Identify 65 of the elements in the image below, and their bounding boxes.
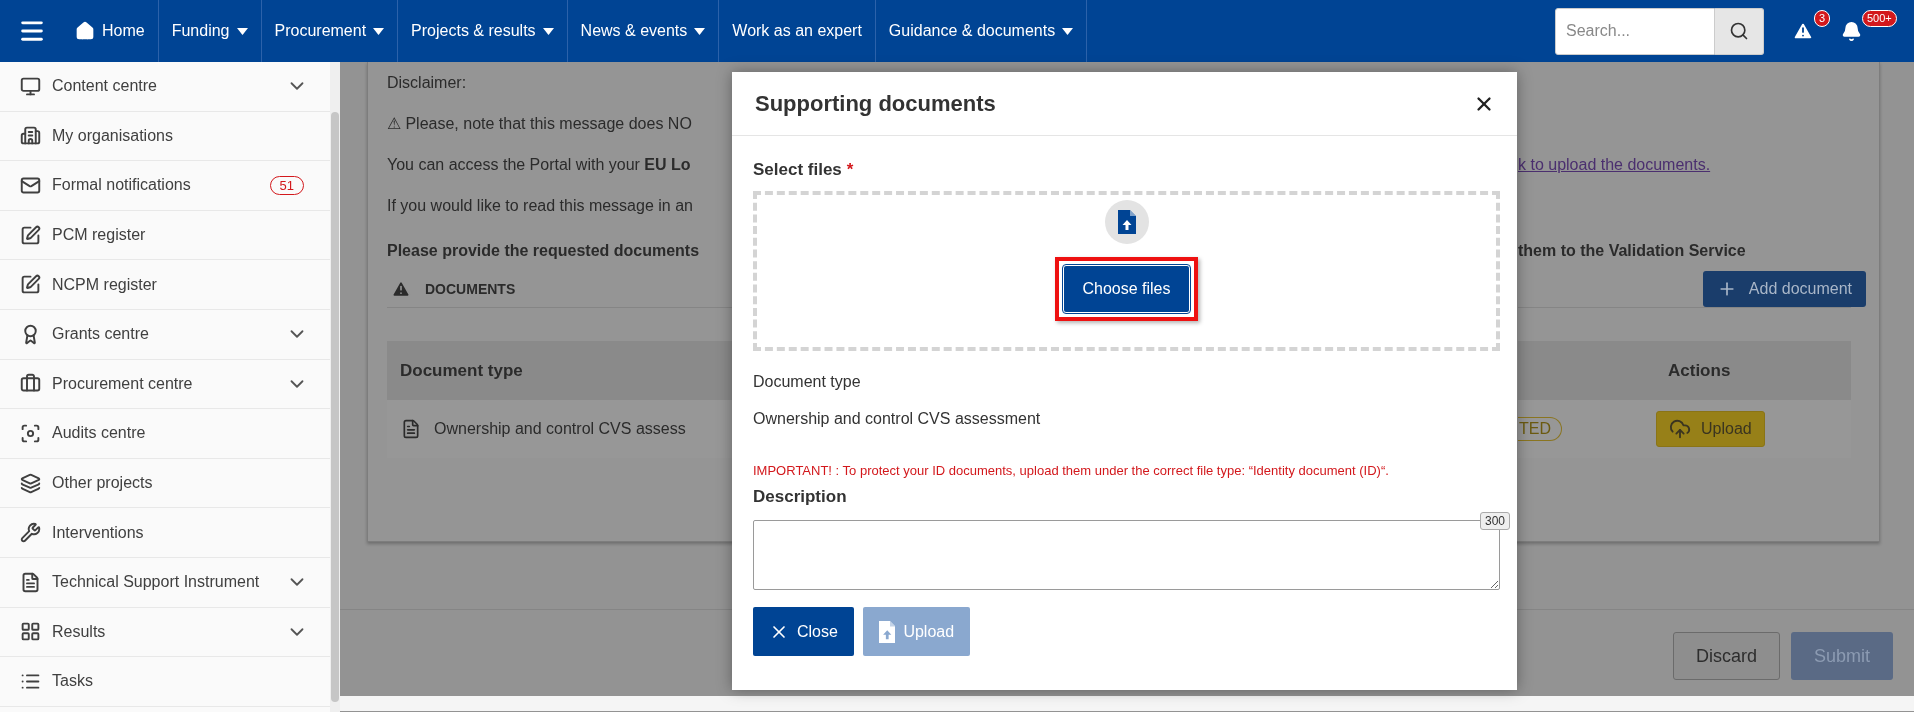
building-icon: [20, 125, 41, 147]
message-text: ⚠ Please, note that this message does NO: [387, 114, 692, 133]
add-document-button[interactable]: Add document: [1702, 271, 1866, 307]
sidebar-item[interactable]: Results: [0, 607, 330, 658]
request-text: Please provide the requested documents: [387, 242, 700, 260]
caret-icon: [542, 27, 554, 35]
notifications-count: 500+: [1862, 10, 1897, 27]
message-text: Disclaimer:: [387, 73, 467, 92]
document-icon: [20, 571, 41, 593]
focus-icon: [20, 422, 41, 444]
warning-icon: [1792, 20, 1814, 42]
caret-icon: [373, 27, 385, 35]
message-text: You can access the Portal with your EU Lo: [387, 155, 691, 174]
search-icon: [1729, 21, 1749, 41]
envelope-icon: [20, 175, 41, 196]
field-label: Document type: [753, 372, 862, 392]
message-text: If you would like to read this message in an: [387, 196, 693, 215]
caret-icon: [694, 27, 706, 35]
character-counter: 300: [1479, 512, 1510, 530]
choose-files-button[interactable]: Choose files: [1063, 265, 1190, 313]
layers-icon: [20, 472, 41, 494]
grid-icon: [20, 621, 41, 643]
warning-icon: [391, 279, 411, 299]
section-title: DOCUMENTS: [425, 281, 516, 297]
sidebar-item[interactable]: Formal notifications 51: [0, 161, 330, 211]
warning-text: IMPORTANT! : To protect your ID documents, upload them under the correct file type: “Identity document (ID)“.: [753, 463, 1390, 479]
scrollbar[interactable]: [330, 62, 340, 712]
edit-icon: [20, 274, 41, 296]
caret-icon: [1062, 27, 1074, 35]
caret-icon: [236, 27, 248, 35]
monitor-icon: [20, 75, 41, 97]
edit-icon: [20, 224, 41, 246]
search-field[interactable]: Search...: [1555, 7, 1715, 55]
sidebar-item[interactable]: Interventions: [0, 508, 330, 558]
sidebar-item[interactable]: Other projects: [0, 458, 330, 509]
required-mark: *: [846, 159, 854, 181]
home-icon: [75, 21, 95, 41]
alerts-count: 3: [1814, 10, 1831, 27]
bell-icon: [1840, 20, 1862, 42]
sidebar-item[interactable]: Technical Support Instrument: [0, 557, 330, 608]
sidebar-item[interactable]: Procurement centre: [0, 359, 330, 410]
wrench-icon: [20, 522, 41, 544]
field-label: Select files: [753, 159, 842, 181]
sidebar-item[interactable]: NCPM register: [0, 260, 330, 310]
table-header: Document type: [387, 341, 733, 400]
document-type-value: Ownership and control CVS assessment: [753, 409, 1042, 429]
upload-link[interactable]: k to upload the documents.: [1518, 155, 1711, 174]
table-header: Actions: [1518, 341, 1851, 400]
close-button[interactable]: Close: [753, 607, 854, 656]
search-button[interactable]: [1715, 7, 1764, 55]
sidebar-item[interactable]: PCM register: [0, 210, 330, 261]
cloud-upload-icon: [1669, 418, 1691, 440]
sidebar-item[interactable]: Grants centre: [0, 309, 330, 360]
sidebar-item[interactable]: Content centre: [0, 62, 330, 112]
request-text: them to the Validation Service: [1518, 242, 1746, 260]
file-upload-icon: [878, 620, 896, 643]
sidebar-item[interactable]: My organisations: [0, 111, 330, 162]
field-label: Description: [753, 486, 847, 508]
document-icon: [401, 419, 421, 439]
document-type-text: Ownership and control CVS assess: [434, 420, 686, 438]
discard-button[interactable]: Discard: [1672, 632, 1780, 680]
dialog-title: Supporting documents: [755, 90, 996, 117]
file-upload-icon: [1104, 200, 1149, 244]
notifications-button[interactable]: [1840, 19, 1862, 43]
file-drop-zone[interactable]: Choose files: [753, 191, 1500, 351]
